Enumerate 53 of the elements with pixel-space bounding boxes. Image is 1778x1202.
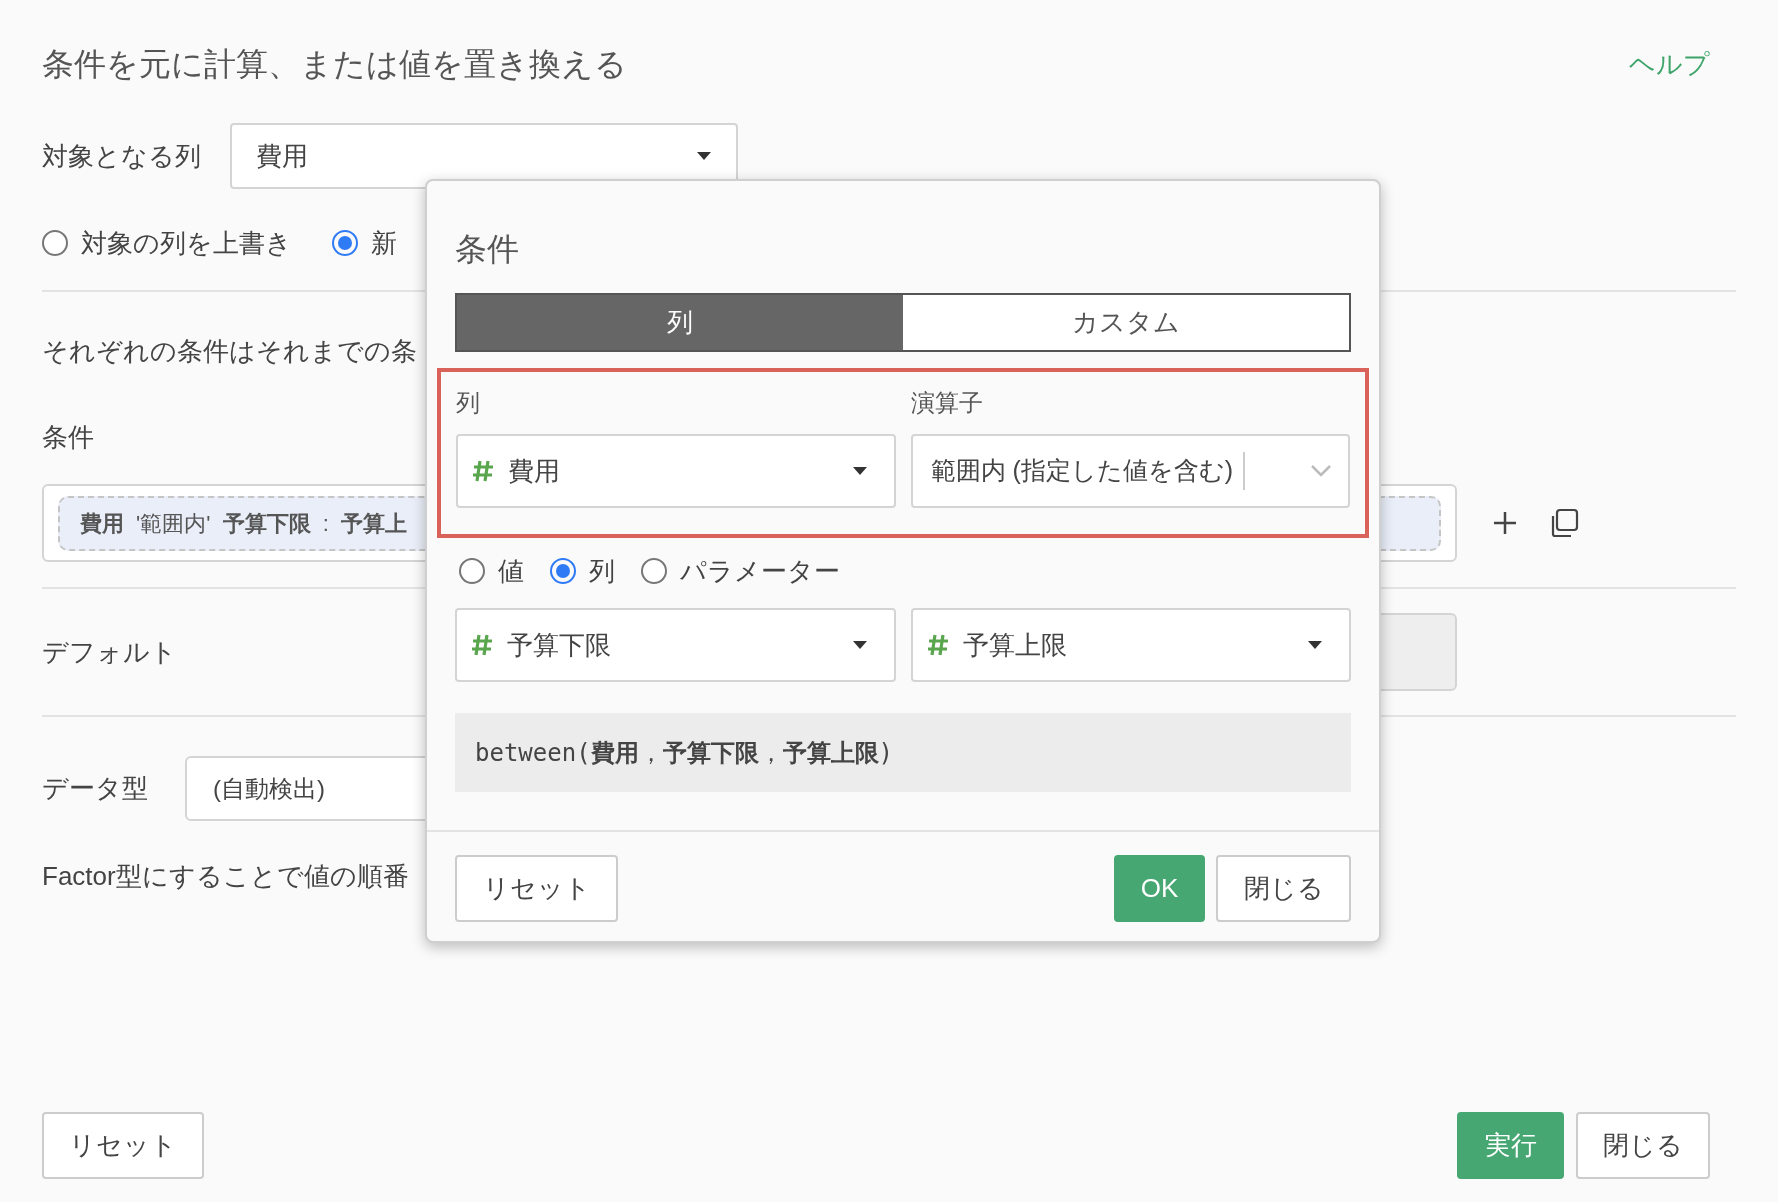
button[interactable]: リセット — [42, 1112, 204, 1179]
field-label: データ型 — [42, 772, 149, 805]
select-value: 費用 — [508, 454, 561, 488]
button[interactable]: 閉じる — [1216, 855, 1351, 922]
radio-option[interactable]: 値 — [459, 553, 524, 589]
caret-icon — [851, 466, 868, 476]
select-field[interactable]: 範囲内 (指定した値を含む) — [910, 434, 1350, 508]
field-label: 対象となる列 — [42, 139, 202, 173]
tab[interactable]: カスタム — [903, 295, 1349, 350]
select-value: 予算下限 — [507, 628, 612, 662]
description-text: それぞれの条件はそれまでの条 — [42, 335, 418, 368]
radio-button[interactable] — [550, 558, 576, 584]
radio-label: 新 — [371, 227, 397, 260]
plus-icon — [1493, 511, 1517, 535]
radio-label: 対象の列を上書き — [81, 227, 292, 260]
select-field[interactable]: 費用 — [456, 434, 896, 508]
select-value: (自動検出) — [213, 773, 325, 804]
page-title: 条件を元に計算、または値を置き換える — [42, 45, 627, 84]
copy-icon — [1549, 508, 1579, 538]
radio-label: 列 — [589, 555, 615, 588]
radio-option[interactable]: 列 — [550, 553, 615, 589]
button[interactable]: 閉じる — [1576, 1112, 1710, 1179]
field-label: 列 — [456, 388, 481, 418]
caret-icon — [1307, 640, 1323, 650]
field-label: デフォルト — [42, 635, 178, 669]
hash-icon — [472, 459, 494, 483]
expression-preview: between(費用，予算下限，予算上限) — [455, 713, 1351, 792]
select-field[interactable]: 予算上限 — [910, 608, 1351, 682]
radio-label: 値 — [498, 555, 524, 588]
note-text: Factor型にすることで値の順番 — [42, 860, 409, 893]
select-value: 費用 — [256, 139, 308, 173]
radio-button[interactable] — [459, 558, 485, 584]
dialog-title: 条件 — [455, 230, 520, 269]
radio-button[interactable] — [641, 558, 667, 584]
caret-icon — [851, 640, 868, 650]
radio-option[interactable]: 新 — [332, 225, 397, 261]
select-value: 範囲内 (指定した値を含む) — [930, 455, 1234, 487]
select-field[interactable]: 予算下限 — [455, 608, 896, 682]
radio-button[interactable] — [332, 230, 358, 256]
radio-button[interactable] — [42, 230, 68, 256]
field-label: 演算子 — [910, 388, 984, 418]
button[interactable]: リセット — [455, 855, 618, 922]
radio-option[interactable]: 対象の列を上書き — [42, 225, 292, 261]
caret-icon — [696, 151, 712, 161]
chevron-down-icon — [1310, 464, 1332, 478]
select-value: 予算上限 — [962, 628, 1068, 662]
radio-label: パラメーター — [680, 555, 840, 588]
hash-icon — [471, 633, 493, 657]
tab[interactable]: 列 — [457, 295, 903, 350]
select-field[interactable]: 費用 — [230, 123, 738, 189]
section-label: 条件 — [42, 421, 95, 454]
hash-icon — [926, 633, 949, 657]
radio-option[interactable]: パラメーター — [641, 553, 840, 589]
